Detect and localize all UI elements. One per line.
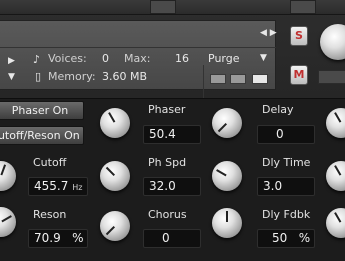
cutoff-value[interactable]: 455.7 Hz <box>28 177 88 196</box>
voices-icon: ♪ <box>33 53 41 66</box>
voices-label: Voices: <box>48 52 87 65</box>
max-voices-value[interactable]: 16 <box>175 52 189 65</box>
phaser-on-toggle[interactable]: Phaser On <box>0 101 84 120</box>
memory-label: Memory: <box>48 70 96 83</box>
output-tab[interactable] <box>318 70 345 84</box>
dly-time-label: Dly Time <box>262 156 311 169</box>
delay-value[interactable]: 0 <box>257 125 315 144</box>
phaser-label: Phaser <box>148 103 186 116</box>
delay-knob[interactable] <box>212 108 242 138</box>
ph-spd-value[interactable]: 32.0 <box>143 177 201 196</box>
max-label: Max: <box>124 52 151 65</box>
level-meter-segment <box>210 74 226 84</box>
dly-fdbk-label: Dly Fdbk <box>262 208 311 221</box>
cutoff-reson-on-toggle[interactable]: Cutoff/Reson On <box>0 126 84 145</box>
dly-time-knob[interactable] <box>212 161 242 191</box>
phaser-knob[interactable] <box>100 108 130 138</box>
dly-time-value[interactable]: 3.0 <box>257 177 315 196</box>
ph-spd-knob[interactable] <box>100 161 130 191</box>
dly-fdbk-value[interactable]: 50 % <box>257 229 315 248</box>
memory-value: 3.60 MB <box>102 70 148 83</box>
top-bar-button[interactable] <box>150 0 176 14</box>
level-meter-segment <box>230 74 246 84</box>
voices-value: 0 <box>102 52 109 65</box>
reson-label: Reson <box>33 208 67 221</box>
reson-value[interactable]: 70.9 % <box>28 229 88 248</box>
mute-button[interactable]: M <box>290 65 308 85</box>
ph-spd-label: Ph Spd <box>148 156 187 169</box>
cutoff-label: Cutoff <box>33 156 67 169</box>
dropdown-arrow-icon[interactable]: ▼ <box>8 72 15 82</box>
solo-button[interactable]: S <box>290 26 308 46</box>
top-bar-button[interactable] <box>290 0 316 14</box>
chorus-label: Chorus <box>148 208 187 221</box>
level-meter-segment <box>252 74 268 84</box>
chorus-knob[interactable] <box>100 211 130 241</box>
delay-label: Delay <box>262 103 294 116</box>
dly-fdbk-knob[interactable] <box>212 208 242 238</box>
purge-dropdown-icon[interactable]: ▼ <box>260 53 267 63</box>
navigate-arrows-icon[interactable]: ◀ ▶ <box>260 28 277 38</box>
dropdown-arrow-icon[interactable]: ▶ <box>8 56 15 66</box>
chorus-value[interactable]: 0 <box>143 229 201 248</box>
purge-menu[interactable]: Purge <box>208 52 240 65</box>
memory-icon: ▯ <box>35 70 42 83</box>
phaser-value[interactable]: 50.4 <box>143 125 201 144</box>
